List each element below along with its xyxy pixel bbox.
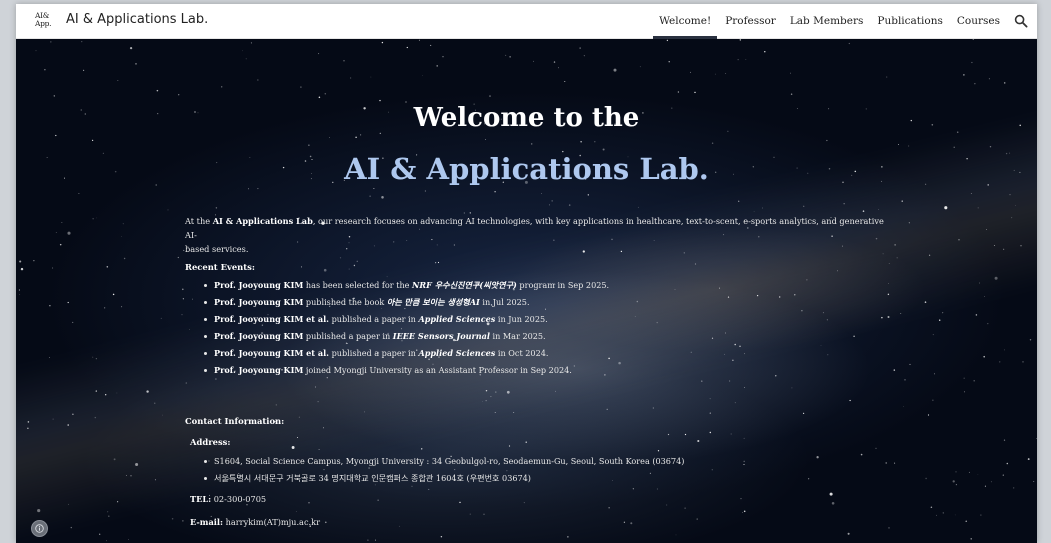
logo-line-2: App. xyxy=(35,19,52,28)
tel-value: 02-300-0705 xyxy=(211,494,267,504)
event-item: Prof. Jooyoung KIM et al. published a pa… xyxy=(202,345,609,362)
nav-lab-members[interactable]: Lab Members xyxy=(783,4,871,38)
site-logo[interactable]: AI& App. xyxy=(35,12,55,32)
hero-title-line-1: Welcome to the xyxy=(413,103,640,133)
main-nav: Welcome! Professor Lab Members Publicati… xyxy=(652,4,1007,39)
event-item: Prof. Jooyoung KIM joined Myongji Univer… xyxy=(202,362,609,379)
hero-section: Welcome to the AI & Applications Lab. At… xyxy=(16,39,1037,543)
tel-label: TEL: xyxy=(190,494,212,504)
address-label: Address: xyxy=(190,437,231,447)
nav-publications[interactable]: Publications xyxy=(870,4,949,38)
event-tail: in Jun 2025. xyxy=(495,314,548,324)
info-icon[interactable] xyxy=(31,520,48,537)
event-highlight: Applied Sciences xyxy=(418,314,496,324)
site-title[interactable]: AI & Applications Lab. xyxy=(66,12,208,27)
event-highlight: 아는 만큼 보이는 생성형AI xyxy=(386,297,480,307)
event-author: Prof. Jooyoung KIM xyxy=(214,365,304,375)
event-tail: in Jul 2025. xyxy=(479,297,530,307)
event-text: published a paper in xyxy=(303,331,393,341)
event-item: Prof. Jooyoung KIM published a paper in … xyxy=(202,328,609,345)
event-author: Prof. Jooyoung KIM xyxy=(214,331,304,341)
event-highlight: IEEE Sensors Journal xyxy=(392,331,490,341)
intro-lab-name: AI & Applications Lab xyxy=(212,216,313,226)
event-highlight: NRF 우수신진연구(씨앗연구) xyxy=(412,280,517,290)
email-label: E-mail: xyxy=(190,517,224,527)
event-author: Prof. Jooyoung KIM xyxy=(214,297,304,307)
hero-title-line-2: AI & Applications Lab. xyxy=(344,152,709,186)
nav-professor[interactable]: Professor xyxy=(718,4,783,38)
event-tail: in Oct 2024. xyxy=(495,348,549,358)
email-line: E-mail: harrykim(AT)mju.ac.kr xyxy=(190,517,320,527)
nav-courses[interactable]: Courses xyxy=(950,4,1007,38)
event-text: published the book xyxy=(303,297,387,307)
email-value: harrykim(AT)mju.ac.kr xyxy=(223,517,321,527)
address-korean: 서울특별시 서대문구 거북골로 34 명지대학교 인문캠퍼스 종합관 1604호… xyxy=(202,470,684,487)
event-tail: program in Sep 2025. xyxy=(516,280,610,290)
nav-welcome[interactable]: Welcome! xyxy=(652,4,718,39)
event-text: published a paper in xyxy=(329,314,419,324)
contact-information-label: Contact Information: xyxy=(185,416,285,426)
recent-events-label: Recent Events: xyxy=(185,262,255,272)
recent-events-list: Prof. Jooyoung KIM has been selected for… xyxy=(202,277,609,379)
address-list: S1604, Social Science Campus, Myongji Un… xyxy=(202,453,684,487)
event-text: has been selected for the xyxy=(303,280,413,290)
event-tail: in Mar 2025. xyxy=(489,331,546,341)
address-english: S1604, Social Science Campus, Myongji Un… xyxy=(202,453,684,470)
event-author: Prof. Jooyoung KIM xyxy=(214,280,304,290)
event-author: Prof. Jooyoung KIM et al. xyxy=(214,348,329,358)
event-item: Prof. Jooyoung KIM et al. published a pa… xyxy=(202,311,609,328)
info-glyph xyxy=(35,524,44,533)
intro-text-line-2: based services. xyxy=(185,244,249,254)
event-item: Prof. Jooyoung KIM has been selected for… xyxy=(202,277,609,294)
browser-page: AI& App. AI & Applications Lab. Welcome!… xyxy=(16,4,1037,543)
event-text: joined Myongji University as an Assistan… xyxy=(303,365,572,375)
telephone-line: TEL: 02-300-0705 xyxy=(190,494,266,504)
event-author: Prof. Jooyoung KIM et al. xyxy=(214,314,329,324)
intro-prefix: At the xyxy=(185,216,213,226)
event-text: published a paper in xyxy=(329,348,419,358)
event-highlight: Applied Sciences xyxy=(418,348,496,358)
site-header: AI& App. AI & Applications Lab. Welcome!… xyxy=(16,4,1037,39)
intro-paragraph: At the AI & Applications Lab, our resear… xyxy=(185,214,885,256)
event-item: Prof. Jooyoung KIM published the book 아는… xyxy=(202,294,609,311)
search-icon[interactable] xyxy=(1014,14,1028,28)
hero-content: Welcome to the AI & Applications Lab. At… xyxy=(16,39,1037,543)
